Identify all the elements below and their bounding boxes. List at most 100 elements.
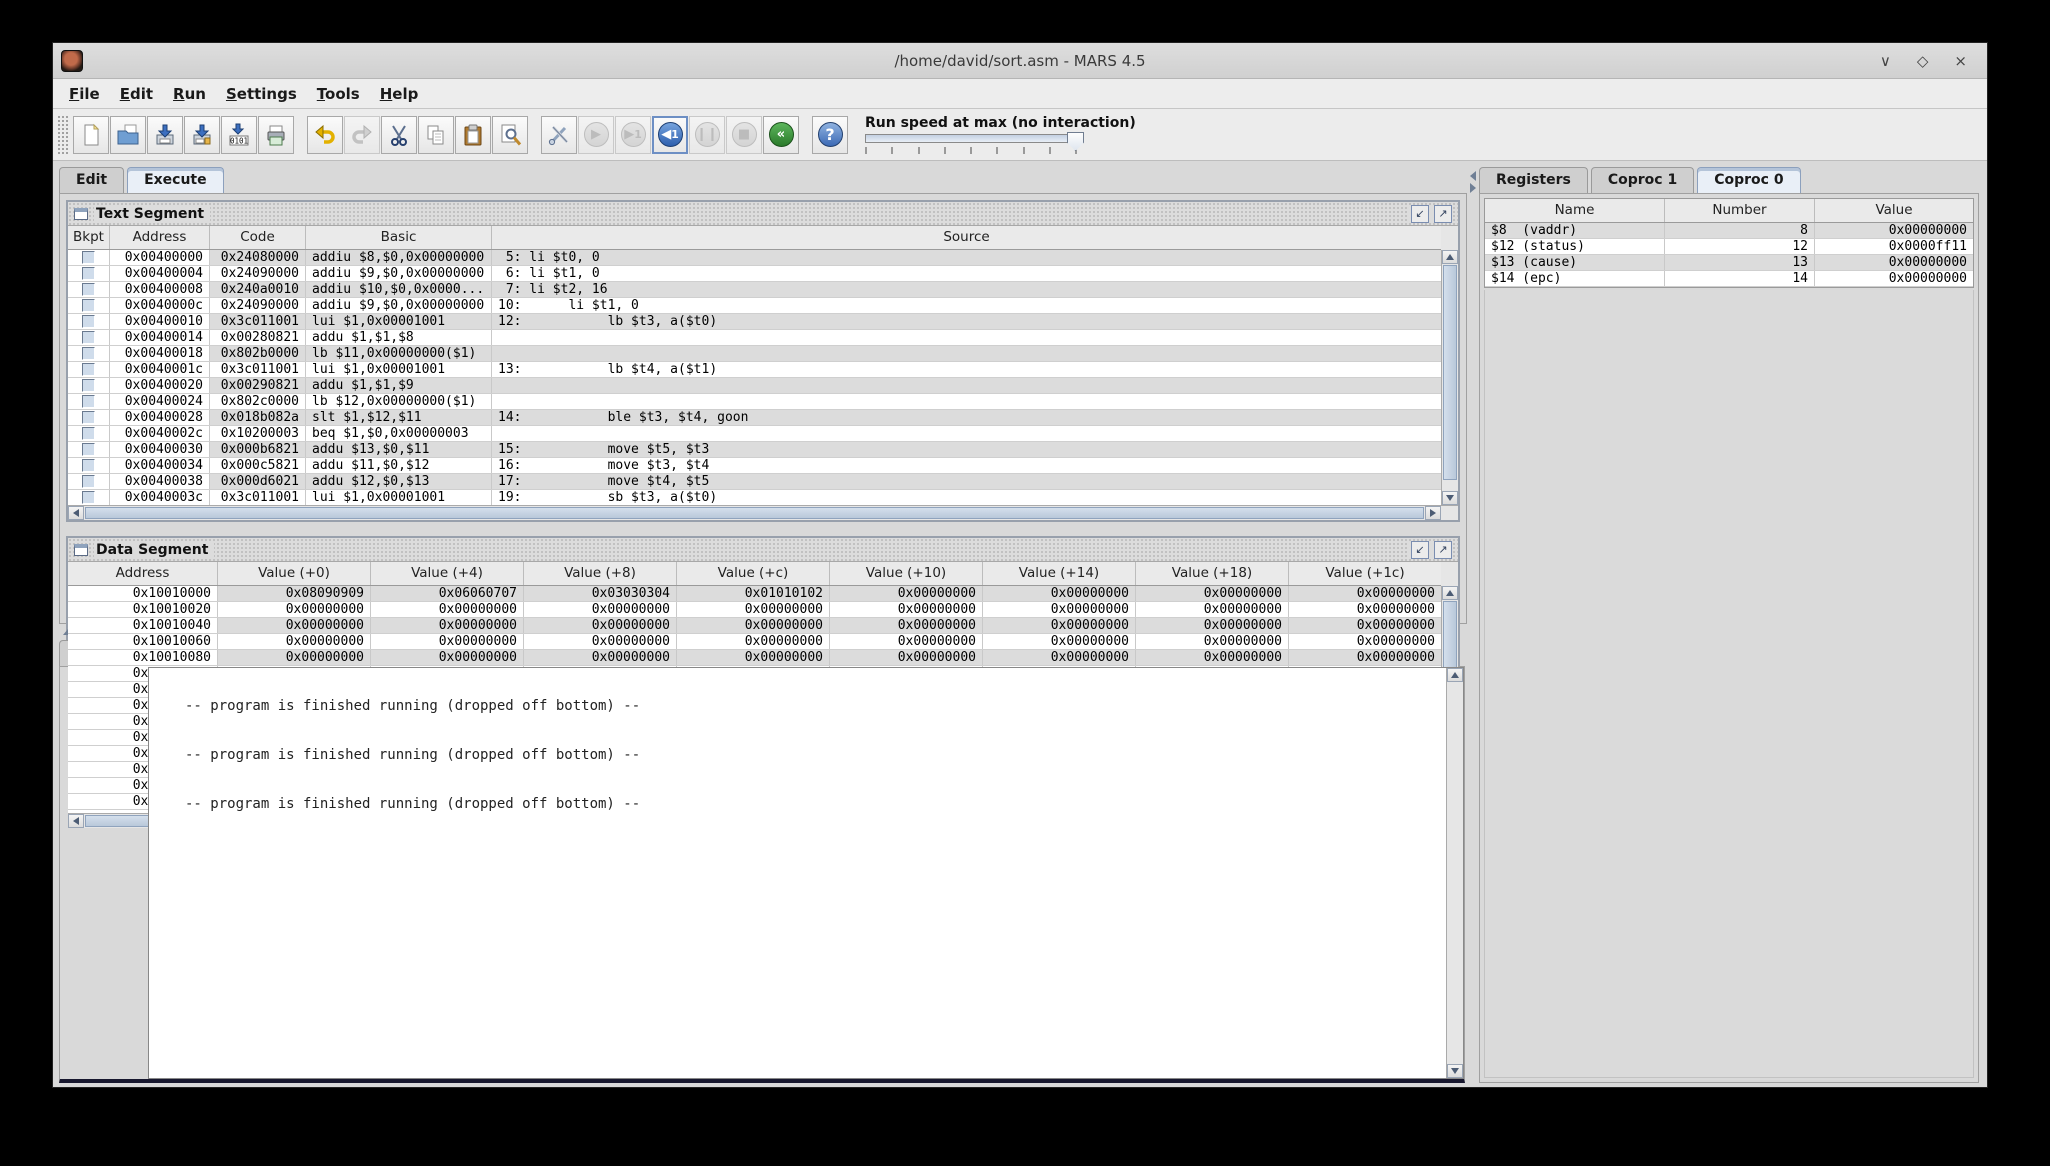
text-segment-row[interactable]: 0x00400014 0x00280821 addu $1,$1,$8	[68, 330, 1441, 346]
run-io-output[interactable]: -- program is finished running (dropped …	[148, 667, 1464, 1079]
bkpt-cell[interactable]	[68, 266, 110, 281]
bkpt-cell[interactable]	[68, 282, 110, 297]
step-button[interactable]: ▶1	[615, 116, 651, 154]
breakpoint-checkbox[interactable]	[82, 379, 95, 392]
data-segment-row[interactable]: 0x10010020 0x00000000 0x00000000 0x00000…	[68, 602, 1441, 618]
data-segment-row[interactable]: 0x10010040 0x00000000 0x00000000 0x00000…	[68, 618, 1441, 634]
pause-button[interactable]: ❙❙	[689, 116, 725, 154]
register-row[interactable]: $14 (epc) 14 0x00000000	[1485, 271, 1973, 287]
breakpoint-checkbox[interactable]	[82, 299, 95, 312]
stop-button[interactable]: ■	[726, 116, 762, 154]
text-segment-hscrollbar[interactable]	[68, 505, 1458, 520]
tab-registers[interactable]: Registers	[1479, 167, 1588, 193]
column-header[interactable]: Value (+4)	[371, 562, 524, 585]
column-header[interactable]: Code	[210, 226, 306, 249]
menu-item[interactable]: Tools	[307, 82, 370, 106]
tab-execute[interactable]: Execute	[127, 167, 224, 193]
bkpt-cell[interactable]	[68, 474, 110, 489]
save-as-button[interactable]	[184, 116, 220, 154]
bkpt-cell[interactable]	[68, 298, 110, 313]
data-segment-row[interactable]: 0x10010000 0x08090909 0x06060707 0x03030…	[68, 586, 1441, 602]
breakpoint-checkbox[interactable]	[82, 267, 95, 280]
column-header[interactable]: Source	[492, 226, 1441, 249]
bkpt-cell[interactable]	[68, 426, 110, 441]
scroll-up-button[interactable]	[1442, 586, 1458, 600]
text-segment-row[interactable]: 0x0040000c 0x24090000 addiu $9,$0,0x0000…	[68, 298, 1441, 314]
dump-memory-button[interactable]: 0101	[221, 116, 257, 154]
bkpt-cell[interactable]	[68, 442, 110, 457]
toolbar-grip[interactable]	[57, 115, 69, 155]
column-header[interactable]: Value (+1c)	[1289, 562, 1441, 585]
register-row[interactable]: $8 (vaddr) 8 0x00000000	[1485, 223, 1973, 239]
menu-item[interactable]: Settings	[216, 82, 307, 106]
data-segment-titlebar[interactable]: Data Segment ↙ ↗	[68, 538, 1458, 562]
bkpt-cell[interactable]	[68, 394, 110, 409]
breakpoint-checkbox[interactable]	[82, 331, 95, 344]
text-segment-row[interactable]: 0x0040001c 0x3c011001 lui $1,0x00001001 …	[68, 362, 1441, 378]
scroll-left-button[interactable]	[68, 814, 84, 828]
register-row[interactable]: $13 (cause) 13 0x00000000	[1485, 255, 1973, 271]
text-segment-row[interactable]: 0x00400034 0x000c5821 addu $11,$0,$12 16…	[68, 458, 1441, 474]
scroll-up-button[interactable]	[1442, 250, 1458, 264]
breakpoint-checkbox[interactable]	[82, 411, 95, 424]
bkpt-cell[interactable]	[68, 330, 110, 345]
splitter-left-icon[interactable]	[1470, 171, 1476, 181]
splitter-right-icon[interactable]	[1470, 183, 1476, 193]
menu-item[interactable]: Edit	[110, 82, 163, 106]
text-segment-row[interactable]: 0x00400028 0x018b082a slt $1,$12,$11 14:…	[68, 410, 1441, 426]
tab-coproc0[interactable]: Coproc 0	[1697, 167, 1800, 193]
breakpoint-checkbox[interactable]	[82, 491, 95, 504]
frame-maximize-button[interactable]: ↗	[1434, 205, 1452, 223]
bkpt-cell[interactable]	[68, 362, 110, 377]
bkpt-cell[interactable]	[68, 250, 110, 265]
print-button[interactable]	[258, 116, 294, 154]
column-header[interactable]: Value (+8)	[524, 562, 677, 585]
scroll-down-button[interactable]	[1447, 1064, 1463, 1078]
backstep-button[interactable]: ◀1	[652, 116, 688, 154]
bkpt-cell[interactable]	[68, 490, 110, 505]
save-button[interactable]	[147, 116, 183, 154]
frame-restore-button[interactable]: ↙	[1411, 205, 1429, 223]
tab-edit[interactable]: Edit	[59, 167, 124, 193]
frame-maximize-button[interactable]: ↗	[1434, 541, 1452, 559]
text-segment-row[interactable]: 0x00400008 0x240a0010 addiu $10,$0,0x000…	[68, 282, 1441, 298]
scroll-up-button[interactable]	[1447, 668, 1463, 682]
menu-item[interactable]: File	[59, 82, 110, 106]
column-header[interactable]: Value	[1815, 199, 1973, 222]
menu-item[interactable]: Run	[163, 82, 216, 106]
bkpt-cell[interactable]	[68, 458, 110, 473]
breakpoint-checkbox[interactable]	[82, 363, 95, 376]
menu-item[interactable]: Help	[370, 82, 429, 106]
help-button[interactable]: ?	[812, 116, 848, 154]
tab-coproc1[interactable]: Coproc 1	[1591, 167, 1694, 193]
breakpoint-checkbox[interactable]	[82, 459, 95, 472]
column-header[interactable]: Value (+18)	[1136, 562, 1289, 585]
scroll-right-button[interactable]	[1425, 506, 1441, 520]
console-vscrollbar[interactable]	[1446, 668, 1463, 1078]
text-segment-row[interactable]: 0x00400000 0x24080000 addiu $8,$0,0x0000…	[68, 250, 1441, 266]
text-segment-row[interactable]: 0x00400010 0x3c011001 lui $1,0x00001001 …	[68, 314, 1441, 330]
frame-restore-button[interactable]: ↙	[1411, 541, 1429, 559]
column-header[interactable]: Name	[1485, 199, 1665, 222]
scroll-down-button[interactable]	[1442, 491, 1458, 505]
scroll-thumb[interactable]	[85, 507, 1424, 519]
column-header[interactable]: Value (+10)	[830, 562, 983, 585]
text-segment-row[interactable]: 0x0040002c 0x10200003 beq $1,$0,0x000000…	[68, 426, 1441, 442]
undo-button[interactable]	[307, 116, 343, 154]
breakpoint-checkbox[interactable]	[82, 475, 95, 488]
column-header[interactable]: Address	[110, 226, 210, 249]
column-header[interactable]: Bkpt	[68, 226, 110, 249]
open-file-button[interactable]	[110, 116, 146, 154]
assemble-button[interactable]	[541, 116, 577, 154]
text-segment-row[interactable]: 0x00400030 0x000b6821 addu $13,$0,$11 15…	[68, 442, 1441, 458]
column-header[interactable]: Value (+c)	[677, 562, 830, 585]
breakpoint-checkbox[interactable]	[82, 251, 95, 264]
registers-splitter[interactable]	[1467, 161, 1479, 1087]
breakpoint-checkbox[interactable]	[82, 347, 95, 360]
paste-button[interactable]	[455, 116, 491, 154]
text-segment-row[interactable]: 0x00400024 0x802c0000 lb $12,0x00000000(…	[68, 394, 1441, 410]
bkpt-cell[interactable]	[68, 410, 110, 425]
breakpoint-checkbox[interactable]	[82, 283, 95, 296]
reset-button[interactable]: «	[763, 116, 799, 154]
column-header[interactable]: Value (+0)	[218, 562, 371, 585]
